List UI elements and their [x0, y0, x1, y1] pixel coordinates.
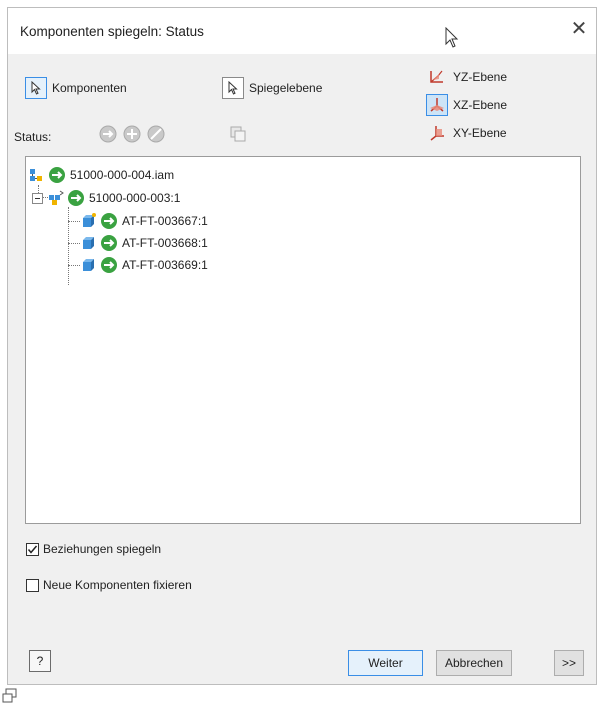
dialog-title: Komponenten spiegeln: Status: [20, 24, 204, 39]
components-select-label: Komponenten: [52, 81, 127, 95]
part-icon: [83, 213, 96, 227]
plane-label: YZ-Ebene: [453, 70, 508, 84]
restore-window-icon[interactable]: [2, 688, 18, 704]
plane-label: XY-Ebene: [453, 126, 507, 140]
mirror-plane-select-label: Spiegelebene: [249, 81, 323, 95]
mirror-plane-select-button[interactable]: Spiegelebene: [222, 75, 322, 101]
help-icon: ?: [36, 654, 44, 668]
xy-plane-icon: [426, 122, 448, 144]
mirror-components-dialog: Komponenten spiegeln: Status ✕ Komponent…: [7, 7, 597, 685]
checkbox-unchecked[interactable]: [26, 578, 39, 592]
checkbox-checked[interactable]: [26, 542, 39, 556]
components-select-button[interactable]: Komponenten: [25, 75, 127, 101]
fix-new-components-checkbox[interactable]: Neue Komponenten fixieren: [26, 578, 192, 592]
tree-connector: [68, 207, 69, 285]
preview-copy-icon: [226, 122, 250, 146]
fix-new-components-label: Neue Komponenten fixieren: [43, 578, 192, 592]
subassembly-icon: [49, 190, 64, 205]
tree-node-part[interactable]: AT-FT-003667:1: [80, 211, 208, 231]
status-green-icon: [101, 213, 117, 229]
part-icon: [83, 259, 94, 271]
pointer-arrow-icon: [222, 77, 244, 99]
plane-option-xy[interactable]: XY-Ebene: [426, 121, 507, 145]
status-green-icon: [96, 122, 120, 146]
tree-node-label: 51000-000-004.iam: [70, 168, 175, 182]
plane-option-xz[interactable]: XZ-Ebene: [426, 93, 507, 117]
tree-node-part[interactable]: AT-FT-003669:1: [80, 255, 208, 275]
tree-node-subassembly[interactable]: 51000-000-003:1: [32, 188, 180, 208]
cancel-button[interactable]: Abbrechen: [436, 650, 512, 676]
component-tree[interactable]: 51000-000-004.iam 51000-000-003:1 AT-FT-…: [25, 156, 581, 524]
tree-node-label: AT-FT-003668:1: [122, 236, 208, 250]
tree-node-part[interactable]: AT-FT-003668:1: [80, 233, 208, 253]
part-icon: [83, 237, 94, 249]
checkmark-icon: [27, 545, 38, 554]
tree-node-root[interactable]: 51000-000-004.iam: [28, 165, 174, 185]
status-green-icon: [68, 190, 84, 206]
status-label: Status:: [14, 130, 52, 144]
more-button[interactable]: >>: [554, 650, 584, 676]
status-green-icon: [49, 167, 65, 183]
mouse-cursor-icon: [445, 27, 459, 48]
status-excluded-icon: [144, 122, 168, 146]
tree-node-label: AT-FT-003669:1: [122, 258, 208, 272]
collapse-minus-icon[interactable]: [32, 192, 43, 204]
tree-connector: [68, 243, 80, 244]
status-green-icon: [101, 257, 117, 273]
plane-label: XZ-Ebene: [453, 98, 508, 112]
tree-node-label: AT-FT-003667:1: [122, 214, 208, 228]
mirror-relations-label: Beziehungen spiegeln: [43, 542, 162, 556]
tree-connector: [68, 265, 80, 266]
tree-connector: [68, 221, 80, 222]
next-button[interactable]: Weiter: [348, 650, 423, 676]
status-yellow-icon: [120, 122, 144, 146]
yz-plane-icon: [426, 66, 448, 88]
plane-option-yz[interactable]: YZ-Ebene: [426, 65, 507, 89]
xz-plane-icon: [426, 94, 448, 116]
pointer-arrow-icon: [25, 77, 47, 99]
status-green-icon: [101, 235, 117, 251]
mirror-relations-checkbox[interactable]: Beziehungen spiegeln: [26, 542, 161, 556]
help-button[interactable]: ?: [29, 650, 51, 672]
assembly-icon: [30, 169, 42, 181]
close-icon[interactable]: ✕: [568, 18, 590, 40]
title-bar: Komponenten spiegeln: Status ✕: [8, 8, 596, 54]
tree-node-label: 51000-000-003:1: [89, 191, 181, 205]
